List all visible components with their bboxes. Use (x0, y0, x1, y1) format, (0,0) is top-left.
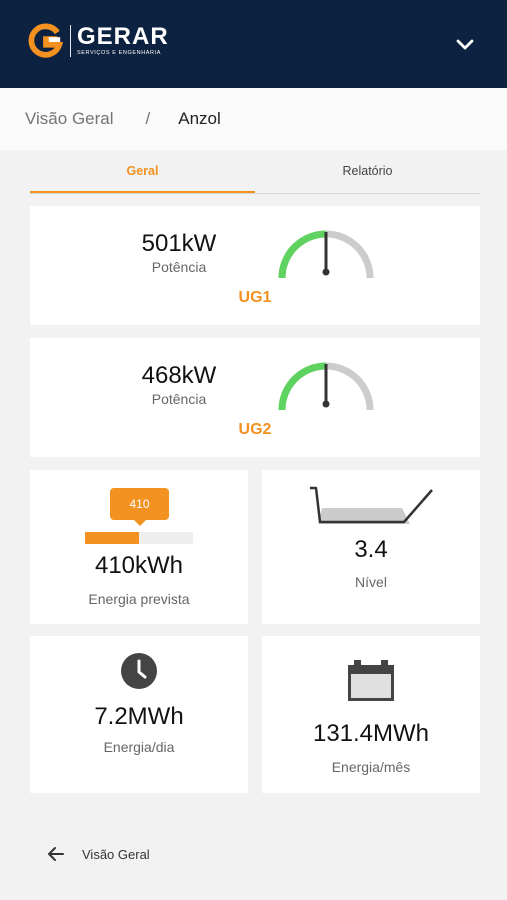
back-label: Visão Geral (82, 846, 150, 862)
unit-power-label: Potência (151, 391, 207, 407)
forecast-progress-bar (85, 532, 193, 544)
level-value: 3.4 (354, 536, 388, 563)
tab-relatorio[interactable]: Relatório (255, 150, 480, 193)
tab-bar: Geral Relatório (30, 150, 480, 194)
unit-name: UG2 (238, 421, 272, 438)
logo-g-icon (28, 23, 64, 58)
power-gauge (278, 230, 374, 279)
energy-day-card: 7.2MWh Energia/dia (30, 636, 248, 793)
arrow-left-icon (48, 847, 64, 861)
chevron-down-icon[interactable] (453, 32, 477, 56)
breadcrumb-current: Anzol (178, 109, 221, 128)
energy-day-value: 7.2MWh (94, 703, 184, 730)
unit-card-ug2[interactable]: 468kW Potência UG2 (30, 338, 480, 457)
level-label: Nível (355, 574, 387, 590)
logo-divider (70, 25, 71, 57)
clock-icon (121, 653, 157, 689)
forecast-progress-fill (85, 532, 139, 544)
unit-card-ug1[interactable]: 501kW Potência UG1 (30, 206, 480, 325)
logo-subtitle: SERVIÇOS E ENGENHARIA (77, 50, 162, 56)
forecast-value: 410kWh (94, 552, 184, 579)
breadcrumb: Visão Geral / Anzol (0, 88, 507, 150)
energy-forecast-card: 410 410kWh Energia prevista (30, 470, 248, 624)
logo-name: GERAR (77, 23, 169, 50)
gerar-logo[interactable]: GERAR SERVIÇOS E ENGENHARIA (26, 22, 169, 60)
unit-power-label: Potência (151, 259, 207, 275)
energy-day-label: Energia/dia (103, 739, 175, 755)
energy-month-card: 131.4MWh Energia/mês (262, 636, 480, 793)
energy-month-value: 131.4MWh (312, 720, 430, 747)
breadcrumb-root[interactable]: Visão Geral (25, 109, 114, 129)
breadcrumb-separator: / (145, 109, 151, 128)
forecast-tooltip: 410 (110, 488, 169, 520)
unit-name: UG1 (238, 289, 272, 306)
power-gauge (278, 362, 374, 411)
back-link[interactable]: Visão Geral (46, 844, 150, 864)
reservoir-icon (310, 486, 433, 524)
forecast-label: Energia prevista (88, 591, 190, 607)
tab-geral[interactable]: Geral (30, 150, 255, 193)
app-header: GERAR SERVIÇOS E ENGENHARIA (0, 0, 507, 88)
battery-icon (348, 660, 394, 701)
unit-power-value: 468kW (141, 362, 217, 389)
tooltip-arrow (134, 520, 146, 526)
level-card: 3.4 Nível (262, 470, 480, 624)
energy-month-label: Energia/mês (331, 759, 411, 775)
unit-power-value: 501kW (141, 230, 217, 257)
